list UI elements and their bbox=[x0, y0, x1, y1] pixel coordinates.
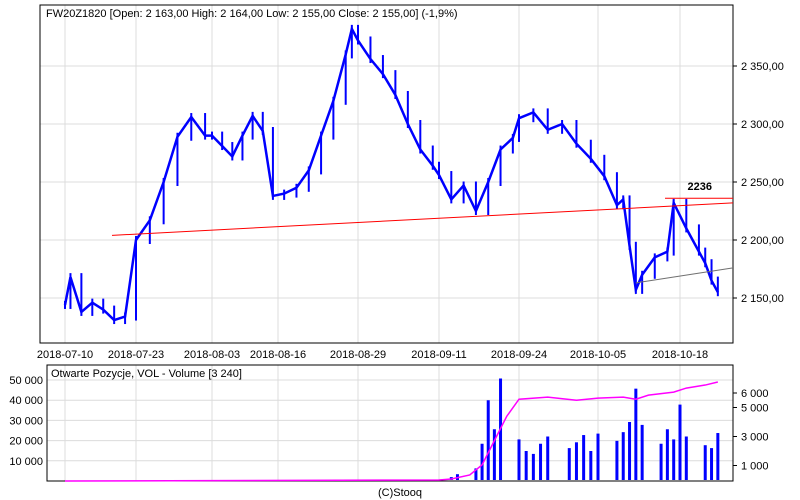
volume-bar bbox=[678, 404, 682, 480]
volume-bar bbox=[628, 422, 632, 480]
price-tick-label: 2 150,00 bbox=[741, 293, 784, 305]
volume-bar bbox=[665, 429, 669, 480]
volume-bar bbox=[640, 424, 644, 480]
price-tick-label: 2 350,00 bbox=[741, 61, 784, 73]
left-axis-label: 10 000 bbox=[9, 456, 43, 468]
volume-bar bbox=[582, 435, 586, 480]
volume-bar bbox=[492, 429, 496, 480]
volume-bar bbox=[710, 448, 714, 480]
left-axis-label: 40 000 bbox=[9, 395, 43, 407]
credit-label: (C)Stooq bbox=[378, 487, 422, 499]
volume-panel-title: Otwarte Pozycje, VOL - Volume [3 240] bbox=[51, 368, 242, 380]
volume-bar bbox=[524, 451, 528, 480]
right-axis-label: 6 000 bbox=[741, 388, 769, 400]
volume-bar bbox=[589, 451, 593, 480]
right-axis-label: 3 000 bbox=[741, 432, 769, 444]
stooq-chart: FW20Z1820 [Open: 2 163,00 High: 2 164,00… bbox=[0, 0, 800, 500]
volume-bar bbox=[672, 439, 676, 480]
left-axis-label: 20 000 bbox=[9, 436, 43, 448]
volume-bar bbox=[621, 432, 625, 480]
open-interest-line bbox=[64, 381, 719, 482]
volume-bar bbox=[539, 443, 543, 480]
price-tick-label: 2 200,00 bbox=[741, 235, 784, 247]
volume-bar bbox=[517, 439, 521, 480]
price-series-line bbox=[63, 25, 719, 322]
volume-bar bbox=[574, 442, 578, 480]
date-tick-label: 2018-08-29 bbox=[330, 349, 386, 361]
date-tick-label: 2018-09-11 bbox=[411, 349, 466, 361]
right-axis-label: 1 000 bbox=[741, 461, 769, 473]
volume-bar bbox=[716, 433, 720, 480]
volume-bar bbox=[596, 433, 600, 480]
volume-bar bbox=[567, 448, 571, 480]
date-tick-label: 2018-07-10 bbox=[37, 349, 93, 361]
left-axis-label: 50 000 bbox=[9, 375, 43, 387]
right-axis-label: 5 000 bbox=[741, 403, 769, 415]
volume-bar bbox=[703, 445, 707, 480]
volume-bar bbox=[615, 440, 619, 480]
volume-bar bbox=[634, 388, 638, 480]
price-tick-label: 2 300,00 bbox=[741, 119, 784, 131]
date-tick-label: 2018-07-23 bbox=[108, 349, 164, 361]
volume-bar bbox=[531, 453, 535, 480]
volume-bar bbox=[684, 436, 688, 480]
date-tick-label: 2018-09-24 bbox=[491, 349, 547, 361]
price-panel-frame bbox=[39, 4, 734, 344]
chart-svg: FW20Z1820 [Open: 2 163,00 High: 2 164,00… bbox=[9, 4, 784, 499]
left-axis-label: 30 000 bbox=[9, 415, 43, 427]
price-panel-title: FW20Z1820 [Open: 2 163,00 High: 2 164,00… bbox=[46, 8, 458, 20]
volume-bar bbox=[546, 436, 550, 480]
date-tick-label: 2018-10-18 bbox=[652, 349, 708, 361]
level-label: 2236 bbox=[688, 181, 712, 193]
date-tick-label: 2018-10-05 bbox=[570, 349, 626, 361]
volume-bar bbox=[486, 400, 490, 480]
volume-bar bbox=[659, 443, 663, 480]
red-trendline bbox=[111, 202, 734, 236]
price-tick-label: 2 250,00 bbox=[741, 177, 784, 189]
date-tick-label: 2018-08-03 bbox=[184, 349, 240, 361]
date-tick-label: 2018-08-16 bbox=[250, 349, 306, 361]
